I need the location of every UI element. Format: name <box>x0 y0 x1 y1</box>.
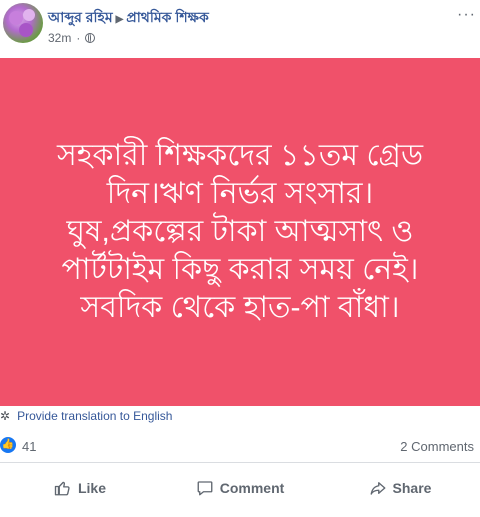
reaction-summary: 👍 41 2 Comments <box>0 436 480 456</box>
divider <box>0 462 480 463</box>
arrow-right-icon: ▶ <box>115 14 124 25</box>
post-line: সবদিক থেকে হাত-পা বাঁধা। <box>80 291 400 324</box>
post-text: সহকারী শিক্ষকদের ১১তম গ্রেড দিন।ঋণ নির্ভ… <box>20 137 460 327</box>
action-bar: Like Comment Share <box>0 470 480 506</box>
thumbs-up-icon <box>54 481 70 496</box>
comment-label: Comment <box>219 480 285 496</box>
author-link[interactable]: আব্দুর রহিম <box>48 9 113 25</box>
separator-dot: · <box>76 31 81 45</box>
post-line: ঘুষ,প্রকল্পের টাকা আত্মসাৎ ও <box>66 215 414 248</box>
comment-count[interactable]: 2 Comments <box>400 439 474 454</box>
comment-icon <box>197 481 213 496</box>
share-label: Share <box>392 480 432 496</box>
share-icon <box>370 482 385 495</box>
gear-icon: ✲ <box>0 409 11 423</box>
more-icon[interactable]: ··· <box>457 6 476 24</box>
globe-icon[interactable] <box>85 33 96 43</box>
like-button[interactable]: Like <box>0 470 160 506</box>
translation-link[interactable]: ✲ Provide translation to English <box>0 409 172 423</box>
share-button[interactable]: Share <box>320 470 480 506</box>
translation-label: Provide translation to English <box>17 409 173 423</box>
post-line: সহকারী শিক্ষকদের ১১তম গ্রেড <box>56 139 424 172</box>
post-title: আব্দুর রহিম ▶ প্রাথমিক শিক্ষক <box>48 6 209 30</box>
post-line: পার্টটাইম কিছু করার সময় নেই। <box>61 253 419 286</box>
group-link[interactable]: প্রাথমিক শিক্ষক <box>126 9 208 25</box>
avatar[interactable] <box>3 3 43 43</box>
comment-button[interactable]: Comment <box>160 470 320 506</box>
like-count[interactable]: 41 <box>22 439 36 454</box>
post-meta: 32m · <box>48 31 96 45</box>
like-label: Like <box>77 480 106 496</box>
like-badge-icon[interactable]: 👍 <box>0 437 16 453</box>
post-header: আব্দুর রহিম ▶ প্রাথমিক শিক্ষক 32m · ··· <box>0 0 480 58</box>
timestamp[interactable]: 32m <box>48 31 71 45</box>
post-line: দিন।ঋণ নির্ভর সংসার। <box>106 177 374 210</box>
post-content[interactable]: সহকারী শিক্ষকদের ১১তম গ্রেড দিন।ঋণ নির্ভ… <box>0 58 480 406</box>
